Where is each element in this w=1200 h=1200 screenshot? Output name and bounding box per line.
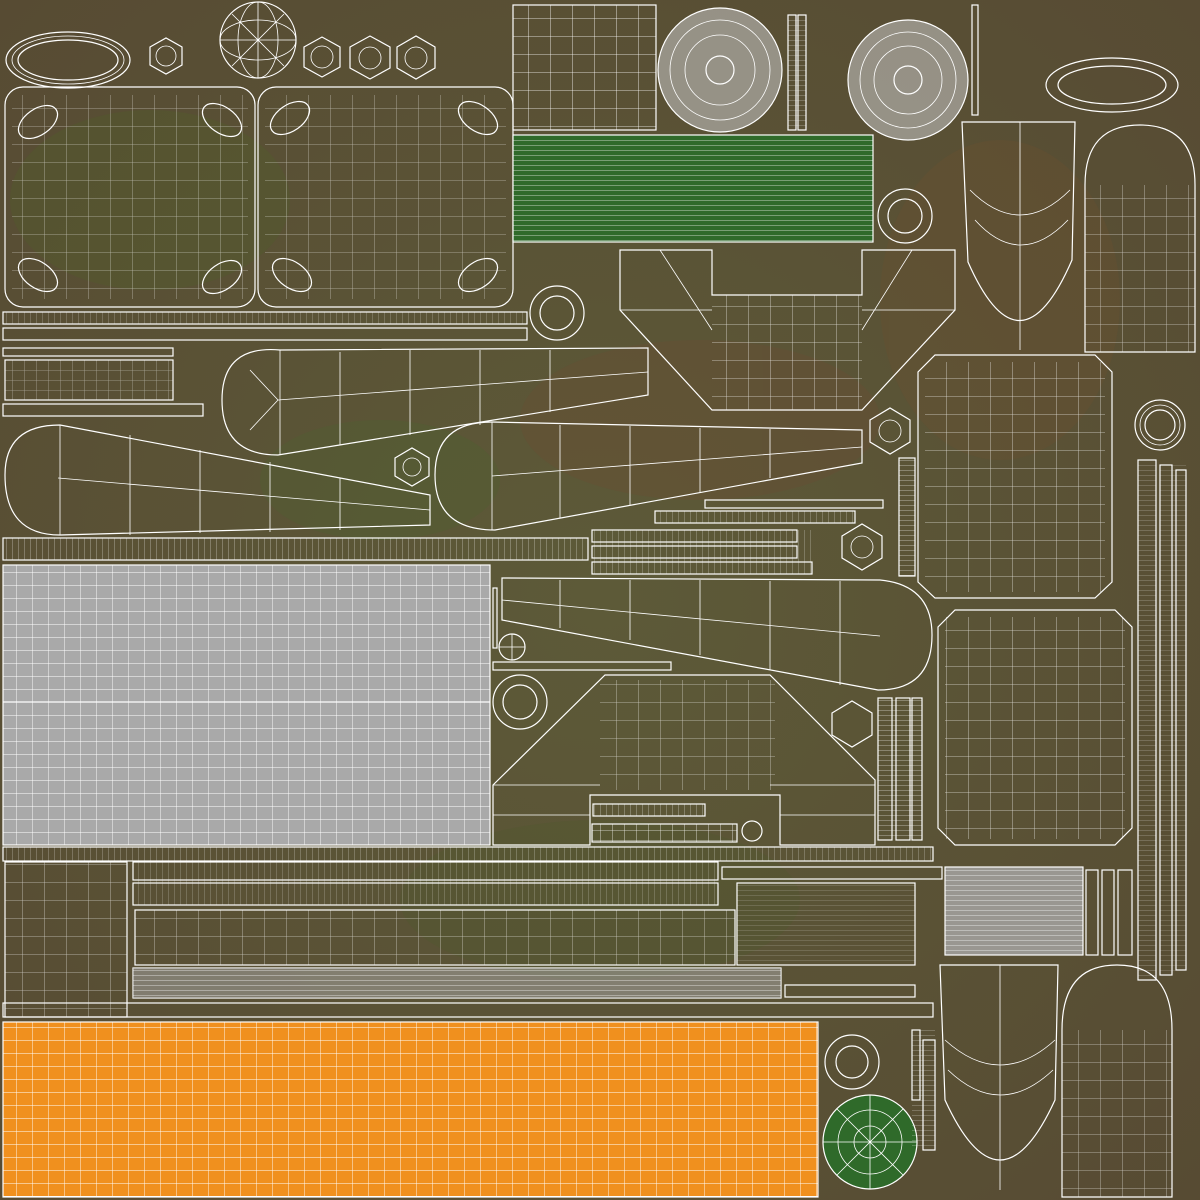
grey-grid-patch [2, 564, 491, 846]
disc-icon [847, 19, 969, 141]
orange-grid-patch [2, 1021, 819, 1198]
plate-shell-left [4, 86, 256, 308]
disc-icon [657, 7, 783, 133]
green-sphere-icon [822, 1094, 918, 1190]
rounded-grid-panel-1 [917, 354, 1113, 599]
rounded-grid-panel-2 [937, 609, 1133, 846]
green-strip-patch [512, 134, 874, 243]
sphere-icon [498, 633, 526, 661]
plate-shell-right [257, 86, 514, 308]
sphere-icon [219, 1, 297, 79]
short-vertical-strips [911, 1029, 936, 1151]
long-vertical-strips [1137, 459, 1187, 981]
uv-texture-sheet [0, 0, 1200, 1200]
vertical-links [877, 697, 923, 841]
grid-block-top [512, 4, 657, 131]
